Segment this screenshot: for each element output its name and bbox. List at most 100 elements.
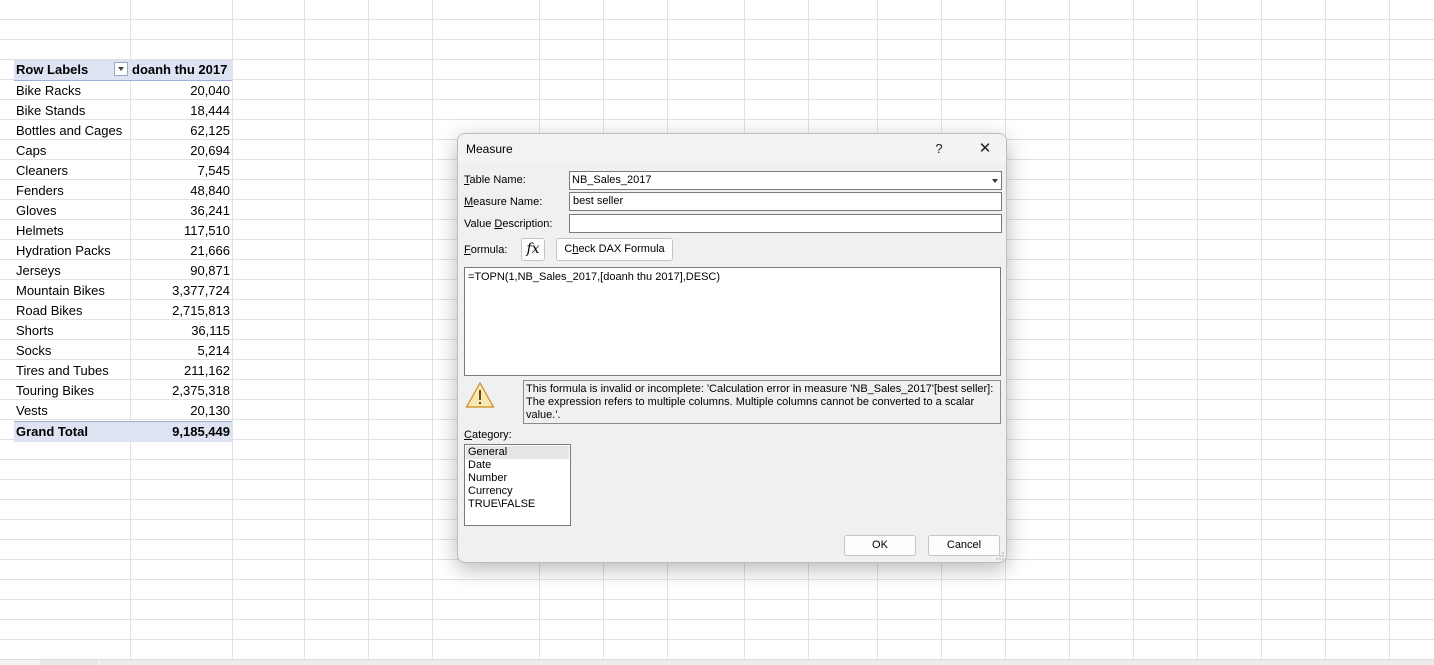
error-message-text: This formula is invalid or incomplete: '… bbox=[526, 383, 994, 421]
table-name-label-text: able Name: bbox=[469, 174, 526, 186]
table-name-label: Table Name: bbox=[464, 174, 526, 186]
formula-label: Formula: bbox=[464, 244, 507, 256]
chevron-down-icon[interactable] bbox=[989, 172, 1001, 189]
pivot-row[interactable]: Bike Stands 18,444 bbox=[14, 101, 232, 121]
insert-function-button[interactable]: fx bbox=[521, 238, 545, 261]
pivot-row[interactable]: Jerseys 90,871 bbox=[14, 261, 232, 281]
check-dax-label-text: eck DAX Formula bbox=[578, 243, 665, 255]
category-item-currency[interactable]: Currency bbox=[466, 485, 569, 498]
table-name-value: NB_Sales_2017 bbox=[572, 174, 652, 186]
pivot-row[interactable]: Bike Racks 20,040 bbox=[14, 81, 232, 101]
resize-grip-icon[interactable] bbox=[996, 552, 1004, 560]
column-divider bbox=[1325, 0, 1326, 660]
sheet-tab-area[interactable] bbox=[40, 660, 98, 665]
pivot-row-label: Shorts bbox=[16, 323, 54, 338]
value-description-input[interactable] bbox=[569, 214, 1002, 233]
pivot-row-label: Jerseys bbox=[16, 263, 61, 278]
pivot-row[interactable]: Road Bikes 2,715,813 bbox=[14, 301, 232, 321]
pivot-row-value: 20,040 bbox=[190, 83, 230, 98]
column-divider bbox=[1133, 0, 1134, 660]
pivot-row-value: 117,510 bbox=[183, 223, 230, 238]
measure-name-input[interactable]: best seller bbox=[569, 192, 1002, 211]
pivot-row-label: Socks bbox=[16, 343, 52, 358]
measure-name-label-accesskey: M bbox=[464, 196, 474, 208]
pivot-row[interactable]: Bottles and Cages 62,125 bbox=[14, 121, 232, 141]
pivot-row-value: 90,871 bbox=[190, 263, 230, 278]
category-item-general[interactable]: General bbox=[466, 446, 569, 459]
row-labels-filter-dropdown-icon[interactable] bbox=[114, 62, 128, 76]
table-name-select[interactable]: NB_Sales_2017 bbox=[569, 171, 1002, 190]
column-divider bbox=[1389, 0, 1390, 660]
horizontal-scrollbar[interactable] bbox=[100, 660, 1434, 665]
pivot-row[interactable]: Hydration Packs 21,666 bbox=[14, 241, 232, 261]
measure-name-label: Measure Name: bbox=[464, 196, 542, 208]
pivot-row-value: 20,130 bbox=[190, 403, 230, 418]
pivot-row-value: 2,715,813 bbox=[172, 303, 230, 318]
pivot-row[interactable]: Mountain Bikes 3,377,724 bbox=[14, 281, 232, 301]
ok-button-label: OK bbox=[872, 539, 888, 551]
column-divider bbox=[1069, 0, 1070, 660]
category-label-accesskey: C bbox=[464, 429, 472, 441]
formula-label-accesskey: F bbox=[464, 244, 471, 256]
pivot-row[interactable]: Helmets 117,510 bbox=[14, 221, 232, 241]
pivot-row-label: Hydration Packs bbox=[16, 243, 111, 258]
category-item-date[interactable]: Date bbox=[466, 459, 569, 472]
pivot-row-label: Caps bbox=[16, 143, 47, 158]
formula-label-text: ormula: bbox=[470, 244, 508, 256]
pivot-row-value: 7,545 bbox=[197, 163, 230, 178]
value-description-label-pre: Value bbox=[464, 218, 495, 230]
pivot-row[interactable]: Socks 5,214 bbox=[14, 341, 232, 361]
pivot-row-label: Tires and Tubes bbox=[16, 363, 109, 378]
grand-total-value: 9,185,449 bbox=[172, 424, 230, 439]
ok-button[interactable]: OK bbox=[844, 535, 916, 556]
value-description-label-text: escription: bbox=[502, 218, 553, 230]
pivot-row[interactable]: Shorts 36,115 bbox=[14, 321, 232, 341]
category-listbox[interactable]: General Date Number Currency TRUE\FALSE bbox=[464, 444, 571, 526]
close-icon[interactable]: ✕ bbox=[971, 138, 999, 160]
error-message: This formula is invalid or incomplete: '… bbox=[523, 380, 1001, 424]
category-item-true-false[interactable]: TRUE\FALSE bbox=[466, 498, 569, 511]
help-icon[interactable]: ? bbox=[925, 138, 953, 160]
value-field-header[interactable]: doanh thu 2017 bbox=[132, 60, 227, 80]
grand-total-label: Grand Total bbox=[16, 424, 88, 439]
pivot-row-label: Gloves bbox=[16, 203, 57, 218]
pivot-grand-total-row[interactable]: Grand Total 9,185,449 bbox=[14, 421, 232, 442]
pivot-row[interactable]: Caps 20,694 bbox=[14, 141, 232, 161]
column-divider bbox=[432, 0, 433, 660]
dialog-titlebar[interactable]: Measure ? ✕ bbox=[458, 134, 1006, 164]
pivot-row[interactable]: Touring Bikes 2,375,318 bbox=[14, 381, 232, 401]
dialog-title: Measure bbox=[466, 142, 513, 156]
pivot-row[interactable]: Vests 20,130 bbox=[14, 401, 232, 421]
pivot-row-label: Helmets bbox=[16, 223, 64, 238]
value-description-label: Value Description: bbox=[464, 218, 552, 230]
pivot-row-value: 211,162 bbox=[183, 363, 230, 378]
formula-text: =TOPN(1,NB_Sales_2017,[doanh thu 2017],D… bbox=[468, 271, 721, 283]
row-labels-header[interactable]: Row Labels bbox=[16, 60, 88, 80]
pivot-row[interactable]: Tires and Tubes 211,162 bbox=[14, 361, 232, 381]
pivot-row[interactable]: Cleaners 7,545 bbox=[14, 161, 232, 181]
pivot-row-value: 36,241 bbox=[190, 203, 230, 218]
column-divider bbox=[232, 0, 233, 660]
pivot-row-value: 21,666 bbox=[190, 243, 230, 258]
pivot-row-label: Touring Bikes bbox=[16, 383, 95, 398]
pivot-row-value: 2,375,318 bbox=[172, 383, 230, 398]
pivot-row-label: Bike Racks bbox=[16, 83, 82, 98]
pivot-row-label: Bottles and Cages bbox=[16, 123, 123, 138]
check-dax-formula-button[interactable]: Check DAX Formula bbox=[556, 238, 673, 261]
pivot-row[interactable]: Fenders 48,840 bbox=[14, 181, 232, 201]
category-item-number[interactable]: Number bbox=[466, 472, 569, 485]
measure-dialog: Measure ? ✕ Table Name: NB_Sales_2017 Me… bbox=[457, 133, 1007, 563]
pivot-row-value: 18,444 bbox=[190, 103, 230, 118]
fx-icon: fx bbox=[526, 241, 540, 257]
category-label-text: ategory: bbox=[471, 429, 512, 441]
pivot-row[interactable]: Gloves 36,241 bbox=[14, 201, 232, 221]
pivot-row-label: Vests bbox=[16, 403, 48, 418]
column-divider bbox=[1197, 0, 1198, 660]
pivot-row-label: Mountain Bikes bbox=[16, 283, 105, 298]
formula-editor[interactable]: =TOPN(1,NB_Sales_2017,[doanh thu 2017],D… bbox=[464, 267, 1001, 376]
pivot-row-value: 3,377,724 bbox=[172, 283, 230, 298]
pivot-row-label: Bike Stands bbox=[16, 103, 86, 118]
column-divider bbox=[1261, 0, 1262, 660]
pivot-header-row: Row Labels doanh thu 2017 bbox=[14, 60, 232, 81]
cancel-button[interactable]: Cancel bbox=[928, 535, 1000, 556]
